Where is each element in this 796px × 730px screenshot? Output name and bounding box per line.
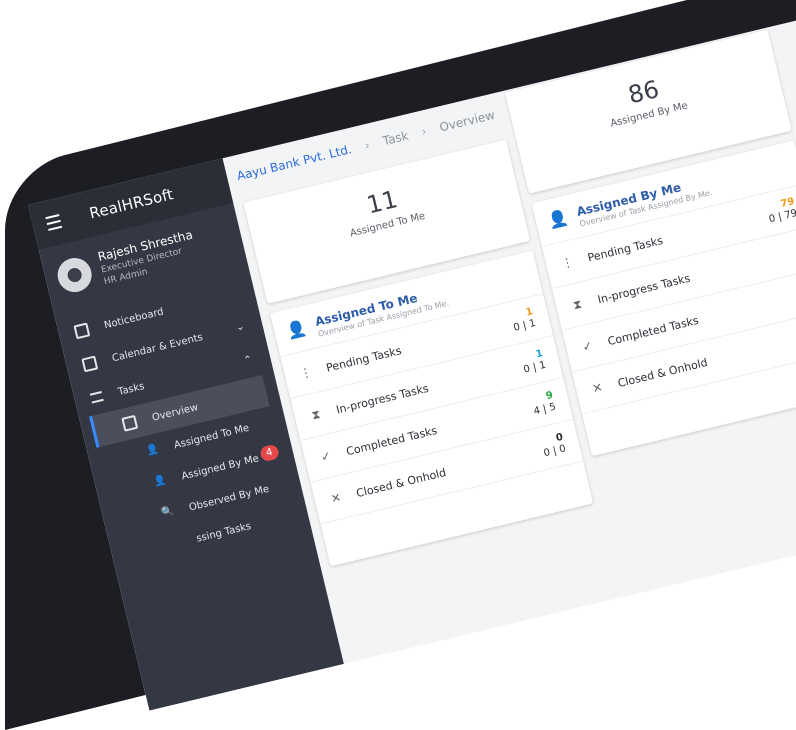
- breadcrumb-separator: ›: [363, 137, 372, 153]
- chevron-up-icon[interactable]: ⌃: [243, 354, 254, 367]
- user-arrow-icon: 👤: [145, 443, 161, 457]
- user-arrow-icon: 👤: [153, 474, 168, 489]
- hourglass-icon: ⧗: [310, 406, 322, 422]
- breadcrumb-separator: ›: [419, 124, 428, 139]
- more-vert-icon: ⋮: [559, 254, 575, 271]
- user-arrow-icon: 👤: [284, 317, 309, 341]
- calendar-icon: [81, 355, 99, 373]
- user-arrow-icon: 👤: [546, 207, 570, 231]
- menu-icon[interactable]: [45, 214, 63, 231]
- close-icon: ✕: [329, 490, 343, 507]
- more-vert-icon: ⋮: [298, 364, 314, 381]
- check-icon: ✓: [580, 338, 594, 355]
- check-icon: ✓: [319, 448, 333, 465]
- breadcrumb-page: Overview: [438, 107, 497, 135]
- close-icon: ✕: [590, 380, 605, 397]
- tasks-icon: [89, 390, 104, 404]
- brand-name: RealHRSoft: [87, 185, 176, 223]
- avatar: [54, 254, 96, 296]
- chevron-down-icon[interactable]: ⌄: [235, 321, 246, 334]
- grid-icon: [121, 414, 139, 432]
- task-icon: [168, 537, 182, 551]
- breadcrumb-section[interactable]: Task: [381, 129, 409, 149]
- hourglass-icon: ⧗: [571, 296, 584, 312]
- panel-assigned-to-me: 👤 Assigned To Me Overview of Task Assign…: [270, 250, 594, 567]
- user-search-icon: 🔍: [160, 505, 176, 520]
- notification-badge: 4: [258, 443, 281, 463]
- panel-assigned-by-me: 👤 Assigned By Me Overview of Task Assign…: [531, 140, 796, 457]
- noticeboard-icon: [73, 322, 91, 340]
